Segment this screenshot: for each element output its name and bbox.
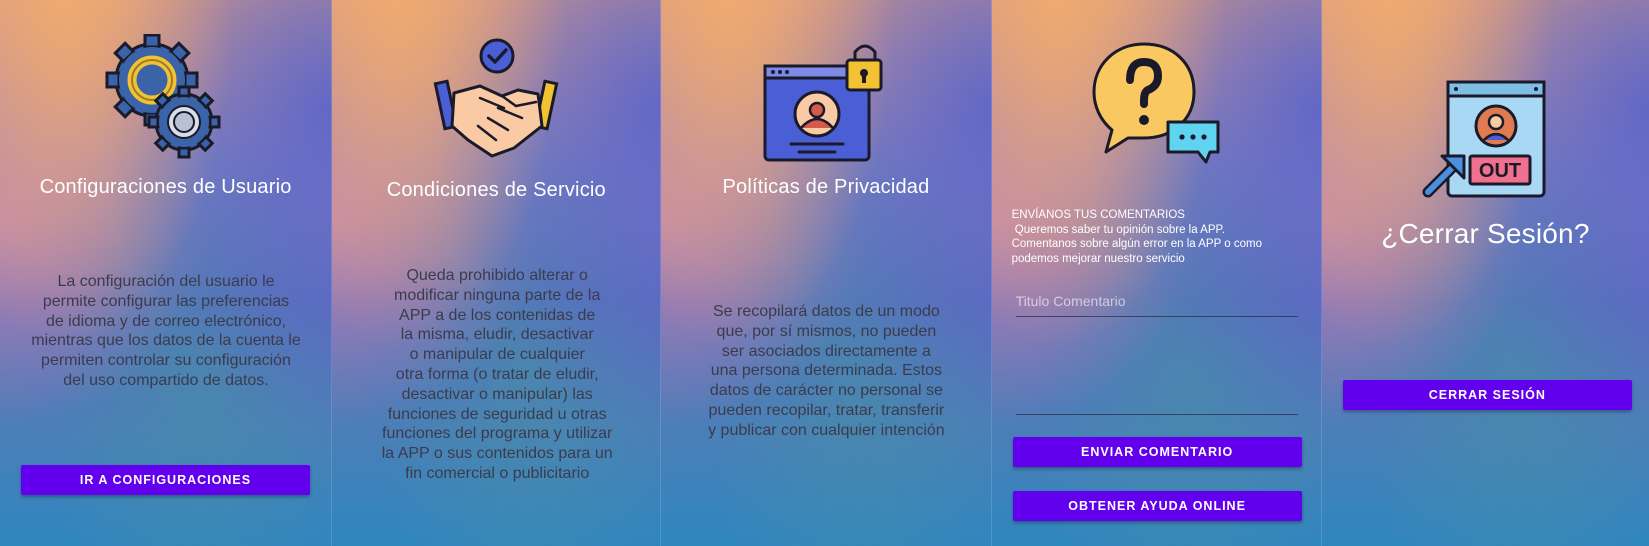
- settings-title: Configuraciones de Usuario: [39, 176, 292, 198]
- question-chat-icon: [1092, 40, 1222, 171]
- svg-text:OUT: OUT: [1479, 160, 1521, 182]
- comment-title-input[interactable]: [1015, 290, 1298, 317]
- settings-description: La configuración del usuario le permite …: [31, 273, 301, 389]
- privacy-lock-icon: [761, 40, 885, 169]
- feedback-instructions: ENVÍANOS TUS COMENTARIOS Queremos saber …: [1011, 209, 1262, 265]
- comment-body-input[interactable]: [1015, 386, 1298, 415]
- logout-panel: OUT ¿Cerrar Sesión? CERRAR SESIÓN: [1320, 0, 1649, 546]
- terms-title: Condiciones de Servicio: [386, 179, 606, 201]
- privacy-title: Políticas de Privacidad: [722, 176, 930, 198]
- logout-icon: OUT: [1422, 80, 1546, 205]
- settings-panel: Configuraciones de Usuario La configurac…: [0, 0, 332, 546]
- logout-button[interactable]: CERRAR SESIÓN: [1342, 380, 1632, 410]
- handshake-icon: [432, 38, 562, 173]
- go-to-settings-button[interactable]: IR A CONFIGURACIONES: [21, 465, 310, 495]
- gears-icon: [104, 33, 224, 165]
- terms-description: Queda prohibido alterar o modificar ning…: [381, 267, 613, 482]
- logout-title: ¿Cerrar Sesión?: [1381, 218, 1590, 249]
- privacy-description: Se recopilará datos de un modo que, por …: [708, 303, 945, 439]
- terms-panel: Condiciones de Servicio Queda prohibido …: [331, 0, 661, 546]
- online-help-button[interactable]: OBTENER AYUDA ONLINE: [1012, 491, 1302, 521]
- privacy-panel: Políticas de Privacidad Se recopilará da…: [660, 0, 991, 546]
- feedback-panel: ENVÍANOS TUS COMENTARIOS Queremos saber …: [990, 0, 1321, 546]
- send-comment-button[interactable]: ENVIAR COMENTARIO: [1012, 437, 1302, 467]
